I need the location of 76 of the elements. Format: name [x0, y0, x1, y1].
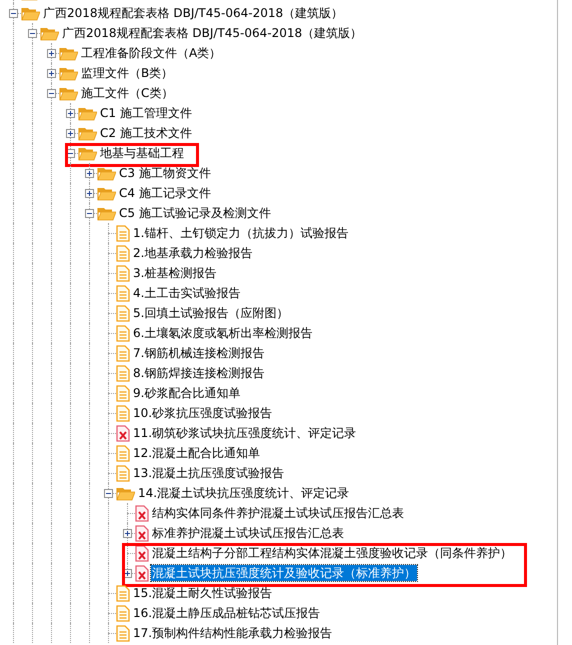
collapse-button[interactable] — [47, 89, 56, 98]
document-x-icon — [135, 564, 149, 582]
document-icon — [116, 364, 130, 382]
expand-button[interactable] — [123, 529, 132, 538]
collapse-button[interactable] — [28, 29, 37, 38]
open-folder-icon — [40, 26, 59, 40]
tree-item[interactable]: 2.地基承载力检验报告 — [132, 245, 254, 261]
tree-item[interactable]: C4 施工记录文件 — [118, 185, 212, 201]
document-icon — [116, 304, 130, 322]
document-icon — [116, 244, 130, 262]
document-icon — [116, 584, 130, 602]
open-folder-icon — [59, 66, 78, 80]
tree-item[interactable]: 4.土工击实试验报告 — [132, 285, 242, 301]
tree-item[interactable]: 3.桩基检测报告 — [132, 265, 218, 281]
open-folder-icon — [97, 166, 116, 180]
tree-item[interactable]: 工程准备阶段文件（A类） — [80, 45, 222, 61]
expand-button[interactable] — [66, 109, 75, 118]
tree-item[interactable]: 15.混凝土耐久性试验报告 — [132, 585, 274, 601]
tree-item[interactable]: 17.预制构件结构性能承载力检验报告 — [132, 625, 334, 641]
document-icon — [116, 404, 130, 422]
tree-item[interactable]: C5 施工试验记录及检测文件 — [118, 205, 272, 221]
document-icon — [116, 384, 130, 402]
open-folder-icon — [78, 106, 97, 120]
document-x-icon — [135, 504, 149, 522]
tree-item[interactable]: 7.钢筋机械连接检测报告 — [132, 345, 266, 361]
open-folder-icon — [97, 186, 116, 200]
tree-item[interactable]: C1 施工管理文件 — [99, 105, 193, 121]
document-icon — [116, 224, 130, 242]
collapse-button[interactable] — [85, 209, 94, 218]
tree-item[interactable]: 11.砌筑砂浆试块抗压强度统计、评定记录 — [132, 425, 358, 441]
tree-item[interactable]: 13.混凝土抗压强度试验报告 — [132, 465, 286, 481]
tree-item[interactable]: 6.土壤氡浓度或氡析出率检测报告 — [132, 325, 314, 341]
tree-item[interactable]: 1.锚杆、土钉锁定力（抗拔力）试验报告 — [132, 225, 350, 241]
tree-item[interactable]: 施工文件（C类） — [80, 85, 174, 101]
tree-item[interactable]: 标准养护混凝土试块试压报告汇总表 — [151, 525, 345, 541]
tree-item[interactable]: 地基与基础工程 — [99, 145, 185, 161]
tree-item[interactable]: 10.砂浆抗压强度试验报告 — [132, 405, 274, 421]
tree-item[interactable]: C3 施工物资文件 — [118, 165, 212, 181]
tree-item[interactable]: 广西2018规程配套表格 DBJ/T45-064-2018（建筑版） — [61, 25, 364, 41]
collapse-button[interactable] — [104, 489, 113, 498]
open-folder-icon — [59, 86, 78, 100]
tree-item[interactable]: 12.混凝土配合比通知单 — [132, 445, 262, 461]
tree-item[interactable]: 结构实体同条件养护混凝土试块试压报告汇总表 — [151, 505, 405, 521]
tree-item[interactable]: 16.混凝土静压成品桩钻芯试压报告 — [132, 605, 322, 621]
document-icon — [116, 624, 130, 642]
open-folder-icon — [78, 126, 97, 140]
document-icon — [116, 464, 130, 482]
open-folder-icon — [78, 146, 97, 160]
open-folder-icon — [59, 46, 78, 60]
open-folder-icon — [21, 6, 40, 20]
document-icon — [116, 444, 130, 462]
document-icon — [116, 324, 130, 342]
expand-button[interactable] — [85, 169, 94, 178]
document-x-icon — [116, 424, 130, 442]
expand-button[interactable] — [47, 49, 56, 58]
tree-item[interactable]: 监理文件（B类） — [80, 65, 174, 81]
tree-item[interactable]: 9.砂浆配合比通知单 — [132, 385, 242, 401]
open-folder-icon — [97, 206, 116, 220]
expand-button[interactable] — [47, 69, 56, 78]
open-folder-icon — [116, 486, 135, 500]
tree-item[interactable]: 8.钢筋焊接连接检测报告 — [132, 365, 266, 381]
expand-button[interactable] — [66, 129, 75, 138]
document-icon — [116, 344, 130, 362]
tree-item[interactable]: C2 施工技术文件 — [99, 125, 193, 141]
document-icon — [116, 284, 130, 302]
tree-item[interactable]: 5.回填土试验报告（应附图） — [132, 305, 290, 321]
tree-item[interactable]: 混凝土结构子分部工程结构实体混凝土强度验收记录（同条件养护） — [151, 545, 513, 561]
collapse-button[interactable] — [9, 9, 18, 18]
document-x-icon — [135, 544, 149, 562]
document-icon — [116, 604, 130, 622]
document-icon — [116, 264, 130, 282]
tree-item[interactable]: 广西2018规程配套表格 DBJ/T45-064-2018（建筑版） — [42, 5, 344, 21]
tree-item[interactable]: 14.混凝土试块抗压强度统计、评定记录 — [137, 485, 350, 501]
expand-button[interactable] — [85, 189, 94, 198]
tree-item[interactable]: 混凝土试块抗压强度统计及验收记录（标准养护） — [151, 565, 417, 581]
document-x-icon — [135, 524, 149, 542]
